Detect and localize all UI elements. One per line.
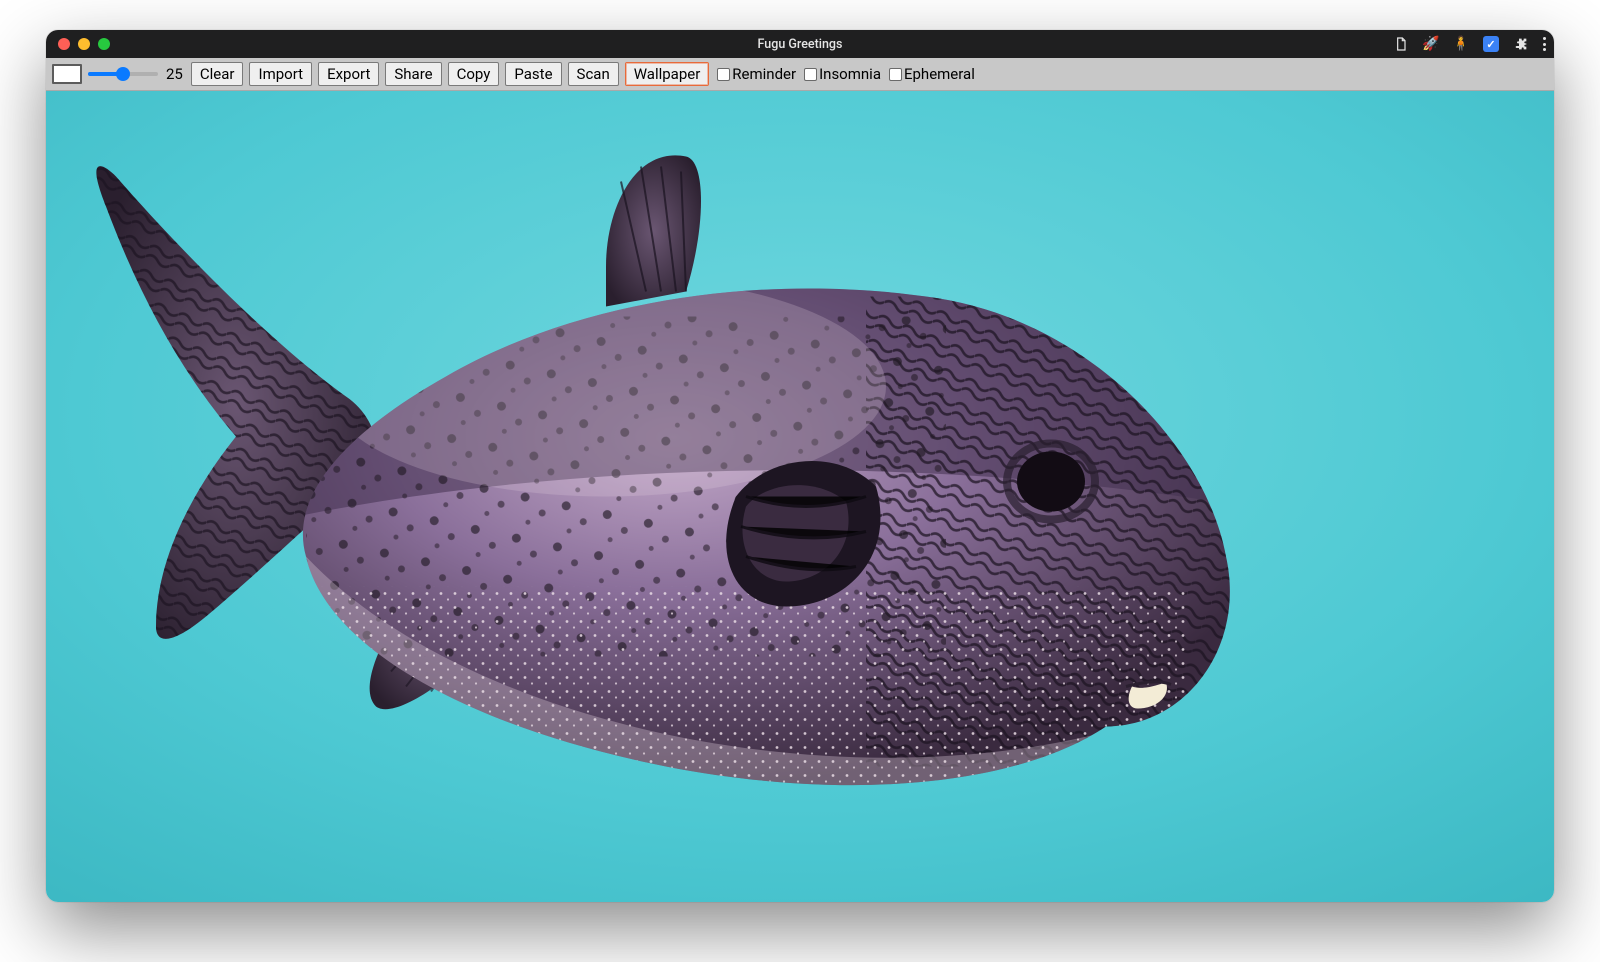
brush-size-slider[interactable] [88, 64, 158, 84]
canvas-area[interactable] [46, 91, 1554, 902]
extension-rocket-icon[interactable]: 🚀 [1423, 36, 1439, 52]
import-button[interactable]: Import [249, 62, 312, 86]
window-controls [58, 38, 110, 50]
ephemeral-label: Ephemeral [904, 65, 975, 83]
reminder-checkbox[interactable]: Reminder [717, 65, 796, 83]
file-icon[interactable] [1393, 36, 1409, 52]
insomnia-checkbox[interactable]: Insomnia [804, 65, 881, 83]
export-button[interactable]: Export [318, 62, 379, 86]
extension-person-icon[interactable]: 🧍 [1453, 36, 1469, 52]
reminder-label: Reminder [732, 65, 796, 83]
insomnia-label: Insomnia [819, 65, 881, 83]
minimize-icon[interactable] [78, 38, 90, 50]
share-button[interactable]: Share [385, 62, 441, 86]
fullscreen-icon[interactable] [98, 38, 110, 50]
slider-value: 25 [164, 65, 185, 83]
color-swatch[interactable] [52, 64, 82, 84]
window-title: Fugu Greetings [46, 37, 1554, 52]
app-window: Fugu Greetings 🚀 🧍 ✓ [46, 30, 1554, 902]
close-icon[interactable] [58, 38, 70, 50]
scan-button[interactable]: Scan [568, 62, 619, 86]
titlebar: Fugu Greetings 🚀 🧍 ✓ [46, 30, 1554, 58]
clear-button[interactable]: Clear [191, 62, 244, 86]
puzzle-icon[interactable] [1513, 36, 1529, 52]
toolbar: 25 Clear Import Export Share Copy Paste … [46, 58, 1554, 91]
paste-button[interactable]: Paste [505, 62, 561, 86]
titlebar-right: 🚀 🧍 ✓ [1393, 36, 1546, 52]
ephemeral-checkbox[interactable]: Ephemeral [889, 65, 975, 83]
copy-button[interactable]: Copy [448, 62, 500, 86]
menu-icon[interactable] [1543, 37, 1546, 51]
extension-check-icon[interactable]: ✓ [1483, 36, 1499, 52]
wallpaper-button[interactable]: Wallpaper [625, 62, 710, 86]
